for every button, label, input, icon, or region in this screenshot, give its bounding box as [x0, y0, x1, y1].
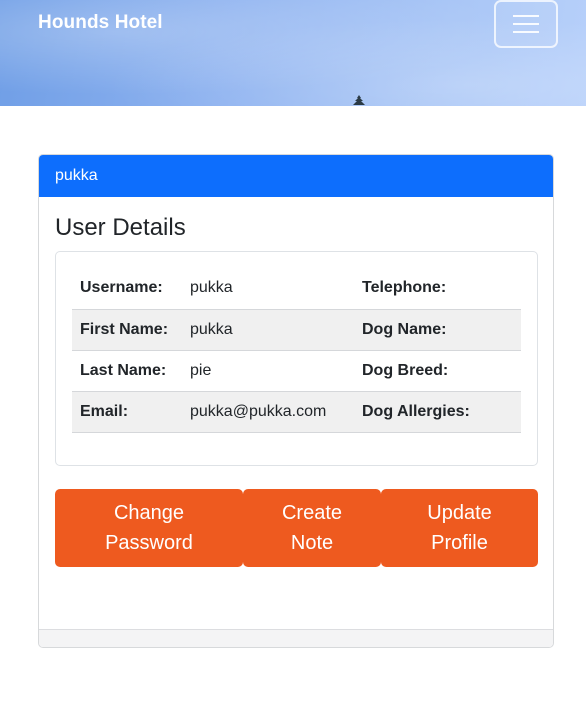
hamburger-bar: [513, 23, 539, 25]
update-profile-button[interactable]: Update Profile: [381, 489, 538, 567]
username-value: pukka: [190, 268, 362, 310]
button-label-line: Create: [281, 502, 343, 524]
button-label-line: Update: [427, 502, 492, 524]
telephone-label: Telephone:: [362, 268, 521, 310]
navbar-toggle-button[interactable]: [494, 0, 558, 48]
details-panel: Username: pukka Telephone: First Name: p…: [55, 251, 538, 466]
brand-link[interactable]: Hounds Hotel: [38, 12, 163, 34]
button-label-line: Note: [290, 532, 334, 554]
first-name-value: pukka: [190, 309, 362, 351]
button-label-line: Change: [113, 502, 185, 524]
action-buttons: Change Password Create Note Update Profi…: [55, 489, 538, 567]
create-note-button[interactable]: Create Note: [243, 489, 381, 567]
hamburger-menu-icon: [513, 15, 539, 17]
dog-name-label: Dog Name:: [362, 309, 521, 351]
username-label: Username:: [72, 268, 190, 310]
email-label: Email:: [72, 391, 190, 433]
dog-allergies-label: Dog Allergies:: [362, 391, 521, 433]
table-row: Last Name: pie Dog Breed:: [72, 350, 521, 392]
change-password-button[interactable]: Change Password: [55, 489, 243, 567]
card-footer: [39, 629, 553, 647]
button-label-line: Profile: [431, 532, 488, 554]
table-row: First Name: pukka Dog Name:: [72, 309, 521, 351]
user-details-table: Username: pukka Telephone: First Name: p…: [72, 268, 521, 433]
card-header: pukka: [39, 155, 553, 197]
card-body: User Details Username: pukka Telephone: …: [39, 197, 553, 630]
tree-silhouette: [353, 95, 365, 105]
email-value: pukka@pukka.com: [190, 391, 362, 433]
last-name-label: Last Name:: [72, 350, 190, 392]
header-banner: Hounds Hotel: [0, 0, 586, 106]
table-row: Email: pukka@pukka.com Dog Allergies:: [72, 391, 521, 433]
user-card: pukka User Details Username: pukka Telep…: [38, 154, 554, 648]
button-label-line: Password: [105, 532, 193, 554]
hamburger-bar: [513, 31, 539, 33]
section-title: User Details: [55, 214, 186, 241]
last-name-value: pie: [190, 350, 362, 392]
dog-breed-label: Dog Breed:: [362, 350, 521, 392]
table-row: Username: pukka Telephone:: [72, 268, 521, 310]
first-name-label: First Name:: [72, 309, 190, 351]
